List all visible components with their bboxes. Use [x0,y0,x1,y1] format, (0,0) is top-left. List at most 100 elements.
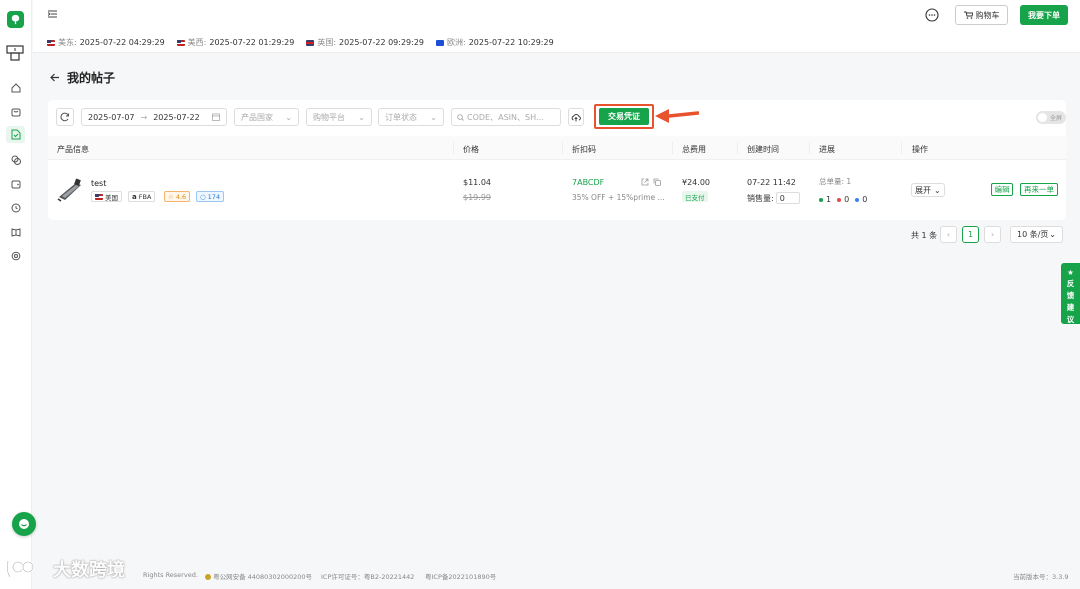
created-time: 07-22 11:42 [747,178,796,187]
app-logo[interactable] [7,11,24,28]
paid-status-badge: 已支付 [682,191,708,202]
col-price: 价格 [463,145,479,154]
clock-us-east: 美东: 2025-07-22 04:29:29 [47,37,165,48]
support-chat-button[interactable] [12,512,36,536]
book-icon[interactable] [9,225,22,238]
col-fee: 总费用 [682,145,706,154]
message-icon[interactable] [925,8,940,23]
reviews-tag: ○ 174 [196,191,225,202]
star-icon: ☆ [168,192,174,201]
watermark-logo-icon [6,560,35,578]
transaction-voucher-button[interactable]: 交易凭证 [599,108,649,125]
progress-counts: 1 0 0 [819,195,867,204]
cloud-upload-icon [571,113,581,121]
external-link-icon[interactable] [641,178,649,186]
total-fee: ¥24.00 [682,178,710,187]
home-icon[interactable] [9,81,22,94]
feedback-tab[interactable]: ★ 反 馈 建 议 [1061,263,1080,324]
posts-nav-icon[interactable] [6,126,25,143]
date-end[interactable]: 2025-07-22 [153,113,200,122]
country-tag: 美国 [91,191,122,202]
range-arrow-icon: → [140,112,148,122]
product-thumbnail[interactable] [56,175,84,203]
date-start[interactable]: 2025-07-07 [88,113,135,122]
voucher-highlight: 交易凭证 [594,104,654,129]
calendar-icon [212,113,220,121]
page-title: 我的帖子 [50,69,115,86]
code-actions [641,178,661,186]
clock-us-west: 美西: 2025-07-22 01:29:29 [176,37,294,48]
total-orders: 总单量: 1 [819,177,852,186]
timezone-clocks: 美东: 2025-07-22 04:29:29 美西: 2025-07-22 0… [47,37,554,48]
chevron-down-icon: ⌄ [1049,230,1056,239]
country-select[interactable]: 产品国家 ⌄ [234,108,299,126]
platform-select[interactable]: 购物平台 ⌄ [306,108,372,126]
collapse-menu-icon[interactable] [47,10,57,20]
fulfillment-tag: a FBA [128,191,156,202]
rights-text: Rights Reserved. [143,571,198,579]
col-code: 折扣码 [572,145,596,154]
history-icon[interactable] [9,201,22,214]
bag-icon[interactable] [9,105,22,118]
chevron-down-icon: ⌄ [430,112,437,122]
fullscreen-toggle[interactable]: 全屏 [1036,111,1066,124]
page-number[interactable]: 1 [962,226,979,243]
next-page-button[interactable]: › [984,226,1001,243]
order-status-select[interactable]: 订单状态 ⌄ [378,108,444,126]
refresh-icon [60,112,69,122]
search-input[interactable]: CODE、ASIN、SH... [451,108,561,126]
edit-button[interactable]: 编辑 [991,183,1013,196]
table-row[interactable]: test 美国 a FBA ☆ 4.6 ○ 174 $11.04 $19.99 … [48,161,1066,220]
settings-icon[interactable] [9,249,22,262]
progress-blue: 0 [855,195,867,204]
cart-icon [963,11,973,19]
col-progress: 进展 [819,145,835,154]
tree-logo-icon [11,14,20,25]
icp-license[interactable]: ICP许可证号：粤B2-20221442 [321,571,414,581]
total-count: 共 1 条 [911,231,938,240]
comment-icon: ○ [200,192,206,201]
date-range-picker[interactable]: 2025-07-07 → 2025-07-22 [81,108,227,126]
copy-icon[interactable] [653,178,661,186]
cart-button[interactable]: 购物车 [955,5,1008,25]
table-header: 产品信息 价格 折扣码 总费用 创建时间 进展 操作 [48,136,1066,160]
top-header: 购物车 我要下单 美东: 2025-07-22 04:29:29 美西: 202… [33,0,1080,53]
left-sidebar [0,0,36,589]
police-badge-icon [205,574,211,580]
wallet-icon[interactable] [9,177,22,190]
version-text: 当前版本号：3.3.9 [1013,573,1069,581]
sales-field: 销售量: 0 [747,192,800,204]
refresh-button[interactable] [56,108,74,126]
progress-green: 1 [819,195,831,204]
rating-tag: ☆ 4.6 [164,191,191,202]
clock-uk: 英国: 2025-07-22 09:29:29 [306,37,424,48]
watermark: 大数跨境 [4,556,125,582]
amazon-icon: a [132,192,137,201]
discount-code[interactable]: 7ABCDF [572,178,604,187]
place-order-button[interactable]: 我要下单 [1020,5,1068,25]
us-flag-icon [176,39,185,46]
uk-flag-icon [306,39,315,46]
star-icon: ★ [1067,268,1074,277]
app-menu-icon[interactable] [5,44,25,62]
prev-page-button[interactable]: ‹ [940,226,957,243]
toggle-knob [1038,113,1047,122]
upload-button[interactable] [568,108,584,126]
col-product: 产品信息 [57,145,89,154]
back-arrow-icon[interactable] [50,73,60,82]
police-record: 粤公网安备 44080302000200号 [205,571,312,581]
us-flag-icon [95,193,103,200]
page-size-select[interactable]: 10 条/页 ⌄ [1010,226,1063,243]
posts-card: 2025-07-07 → 2025-07-22 产品国家 ⌄ 购物平台 ⌄ 订单… [48,100,1066,220]
progress-red: 0 [837,195,849,204]
coins-icon[interactable] [9,153,22,166]
expand-dropdown[interactable]: 展开 ⌄ [911,183,945,197]
reorder-button[interactable]: 再来一单 [1020,183,1058,196]
icp-record[interactable]: 粤ICP备2022101890号 [425,571,496,581]
clock-eu: 欧洲: 2025-07-22 10:29:29 [436,37,554,48]
chat-icon [19,519,29,529]
sales-input[interactable]: 0 [775,192,800,204]
product-name[interactable]: test [91,179,106,188]
footer: Rights Reserved. 粤公网安备 44080302000200号 I… [33,562,1080,589]
col-created: 创建时间 [747,145,779,154]
